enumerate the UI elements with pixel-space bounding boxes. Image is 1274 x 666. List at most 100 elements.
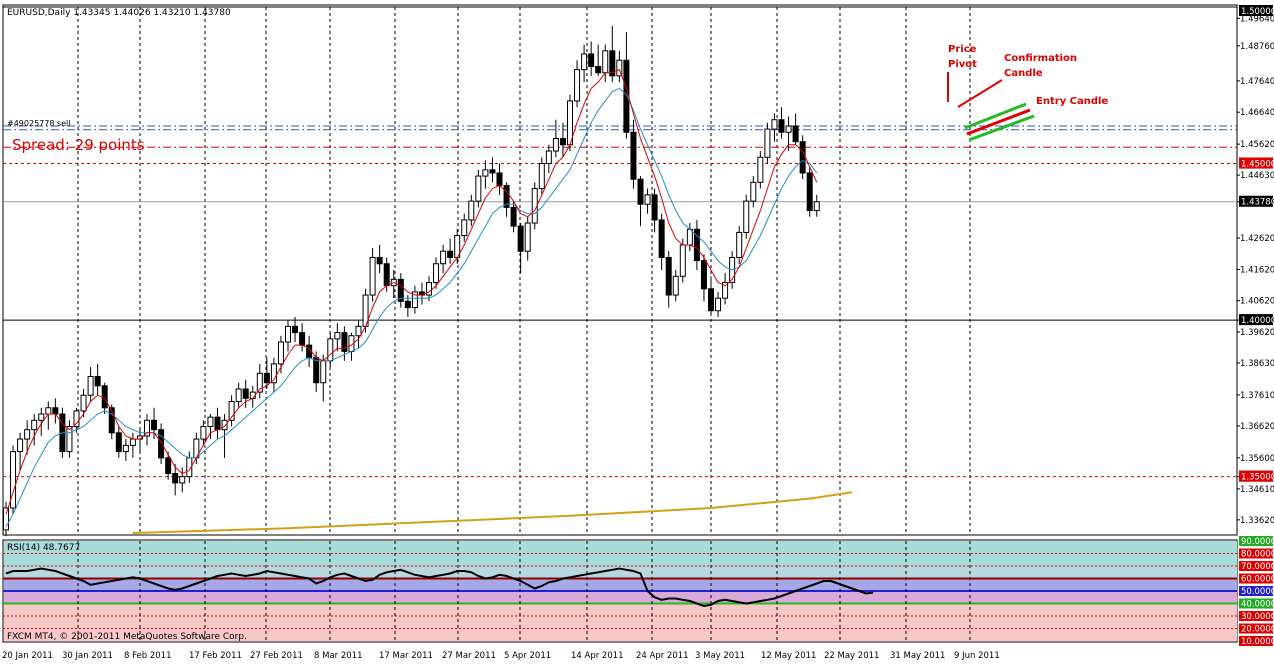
- candle-80: [567, 94, 573, 152]
- candle-body-92: [651, 194, 658, 221]
- candle-body-78: [552, 138, 559, 152]
- candle-body-73: [517, 225, 524, 252]
- candle-body-39: [277, 341, 284, 365]
- confirmation-text-1: Confirmation: [1004, 53, 1077, 64]
- candle-body-21: [151, 419, 158, 431]
- candle-body-110: [778, 119, 785, 133]
- rsi-band-3: [4, 591, 1237, 604]
- candle-body-61: [433, 263, 440, 284]
- y-tick-label-2: 1.47640: [1240, 77, 1274, 87]
- x-tick-label-13: 22 May 2011: [824, 651, 879, 661]
- confirmation-text-2: Candle: [1004, 68, 1043, 79]
- candle-body-101: [715, 297, 722, 312]
- y-tick-label-3: 1.46640: [1240, 108, 1274, 118]
- symbol-info: EURUSD,Daily 1.43345 1.44026 1.43210 1.4…: [7, 8, 231, 18]
- candle-114: [806, 166, 813, 217]
- candle-113: [799, 135, 806, 180]
- candle-body-65: [461, 219, 468, 237]
- candle-body-81: [574, 69, 581, 102]
- x-tick-label-5: 8 Mar 2011: [314, 651, 362, 661]
- y-tick-label-15: 1.35600: [1240, 454, 1274, 464]
- candle-22: [158, 423, 165, 465]
- candle-body-57: [404, 300, 411, 309]
- rsi-label-80: 80.0000: [1241, 550, 1274, 560]
- y-tick-label-1: 1.48760: [1240, 42, 1274, 52]
- candle-body-7: [52, 407, 59, 415]
- candle-body-76: [538, 163, 545, 190]
- candle-body-54: [383, 263, 390, 287]
- y-tick-label-5: 1.44630: [1240, 171, 1274, 181]
- price-pivot-text-1: Price: [948, 44, 977, 55]
- x-tick-label-8: 5 Apr 2011: [504, 651, 551, 661]
- candle-body-107: [757, 156, 764, 183]
- candle-body-109: [771, 119, 778, 130]
- candle-body-31: [221, 419, 228, 431]
- candle-body-1: [10, 451, 17, 509]
- candle-body-50: [355, 325, 362, 337]
- candle-body-96: [679, 244, 686, 277]
- level-label-3: 1.40000: [1241, 316, 1274, 326]
- price-panel: [2, 4, 1238, 536]
- price-pivot-text-2: Pivot: [948, 59, 977, 70]
- y-tick-label-4: 1.45620: [1240, 140, 1274, 150]
- candle-body-16: [115, 432, 122, 453]
- candle-body-114: [806, 172, 813, 212]
- candle-body-17: [122, 444, 129, 453]
- candle-body-29: [207, 416, 214, 428]
- candle-body-2: [17, 438, 24, 453]
- x-tick-label-2: 8 Feb 2011: [124, 651, 172, 661]
- rsi-band-2: [4, 578, 1237, 591]
- candle-body-52: [369, 256, 376, 296]
- candle-body-69: [489, 169, 496, 174]
- x-tick-label-14: 31 May 2011: [890, 651, 945, 661]
- candle-1: [10, 445, 17, 515]
- candle-body-4: [31, 419, 38, 431]
- candle-body-95: [672, 275, 679, 296]
- candle-body-40: [285, 325, 291, 343]
- candle-body-82: [581, 53, 588, 71]
- candle-body-23: [165, 457, 172, 475]
- candle-body-44: [313, 357, 320, 384]
- candle-body-30: [214, 416, 221, 431]
- candle-body-68: [482, 169, 489, 177]
- y-tick-label-11: 1.39620: [1240, 328, 1274, 338]
- candle-body-90: [637, 178, 644, 205]
- candle-body-66: [468, 200, 475, 221]
- y-tick-label-17: 1.34610: [1240, 485, 1274, 495]
- level-label-2: 1.43780: [1241, 198, 1274, 208]
- candle-body-100: [708, 288, 714, 312]
- candle-body-41: [292, 325, 299, 334]
- x-tick-label-6: 17 Mar 2011: [379, 651, 433, 661]
- candle-body-14: [101, 385, 108, 409]
- candle-body-94: [665, 256, 672, 296]
- candle-body-45: [320, 360, 327, 384]
- candle-body-11: [80, 394, 87, 412]
- candle-body-74: [524, 222, 531, 252]
- candle-body-104: [736, 231, 743, 258]
- candle-body-10: [73, 410, 80, 428]
- order-label: #49025778 sell: [7, 119, 71, 128]
- candle-body-22: [158, 429, 165, 459]
- x-tick-label-15: 9 Jun 2011: [954, 651, 1000, 661]
- candle-body-79: [559, 138, 566, 146]
- x-tick-label-7: 27 Mar 2011: [442, 651, 496, 661]
- candle-body-108: [764, 128, 771, 158]
- candle-body-46: [327, 338, 334, 362]
- candle-body-35: [249, 391, 256, 399]
- candle-body-12: [87, 375, 94, 396]
- candle-body-83: [588, 53, 595, 67]
- candle-body-72: [510, 206, 517, 227]
- y-tick-label-7: 1.42620: [1240, 234, 1274, 244]
- red-level-label-0: 1.45000: [1241, 160, 1274, 170]
- candle-body-5: [38, 413, 45, 421]
- rsi-label-20: 20.0000: [1241, 625, 1274, 635]
- x-tick-label-3: 17 Feb 2011: [189, 651, 242, 661]
- rsi-label-50: 50.0000: [1241, 587, 1274, 597]
- x-tick-label-10: 24 Apr 2011: [636, 651, 689, 661]
- entry-candle-text: Entry Candle: [1036, 96, 1108, 107]
- rsi-label-40: 40.0000: [1241, 600, 1274, 610]
- y-tick-label-12: 1.38630: [1240, 359, 1274, 369]
- candle-body-53: [376, 256, 383, 265]
- candle-108: [764, 122, 771, 164]
- candle-body-18: [129, 438, 136, 446]
